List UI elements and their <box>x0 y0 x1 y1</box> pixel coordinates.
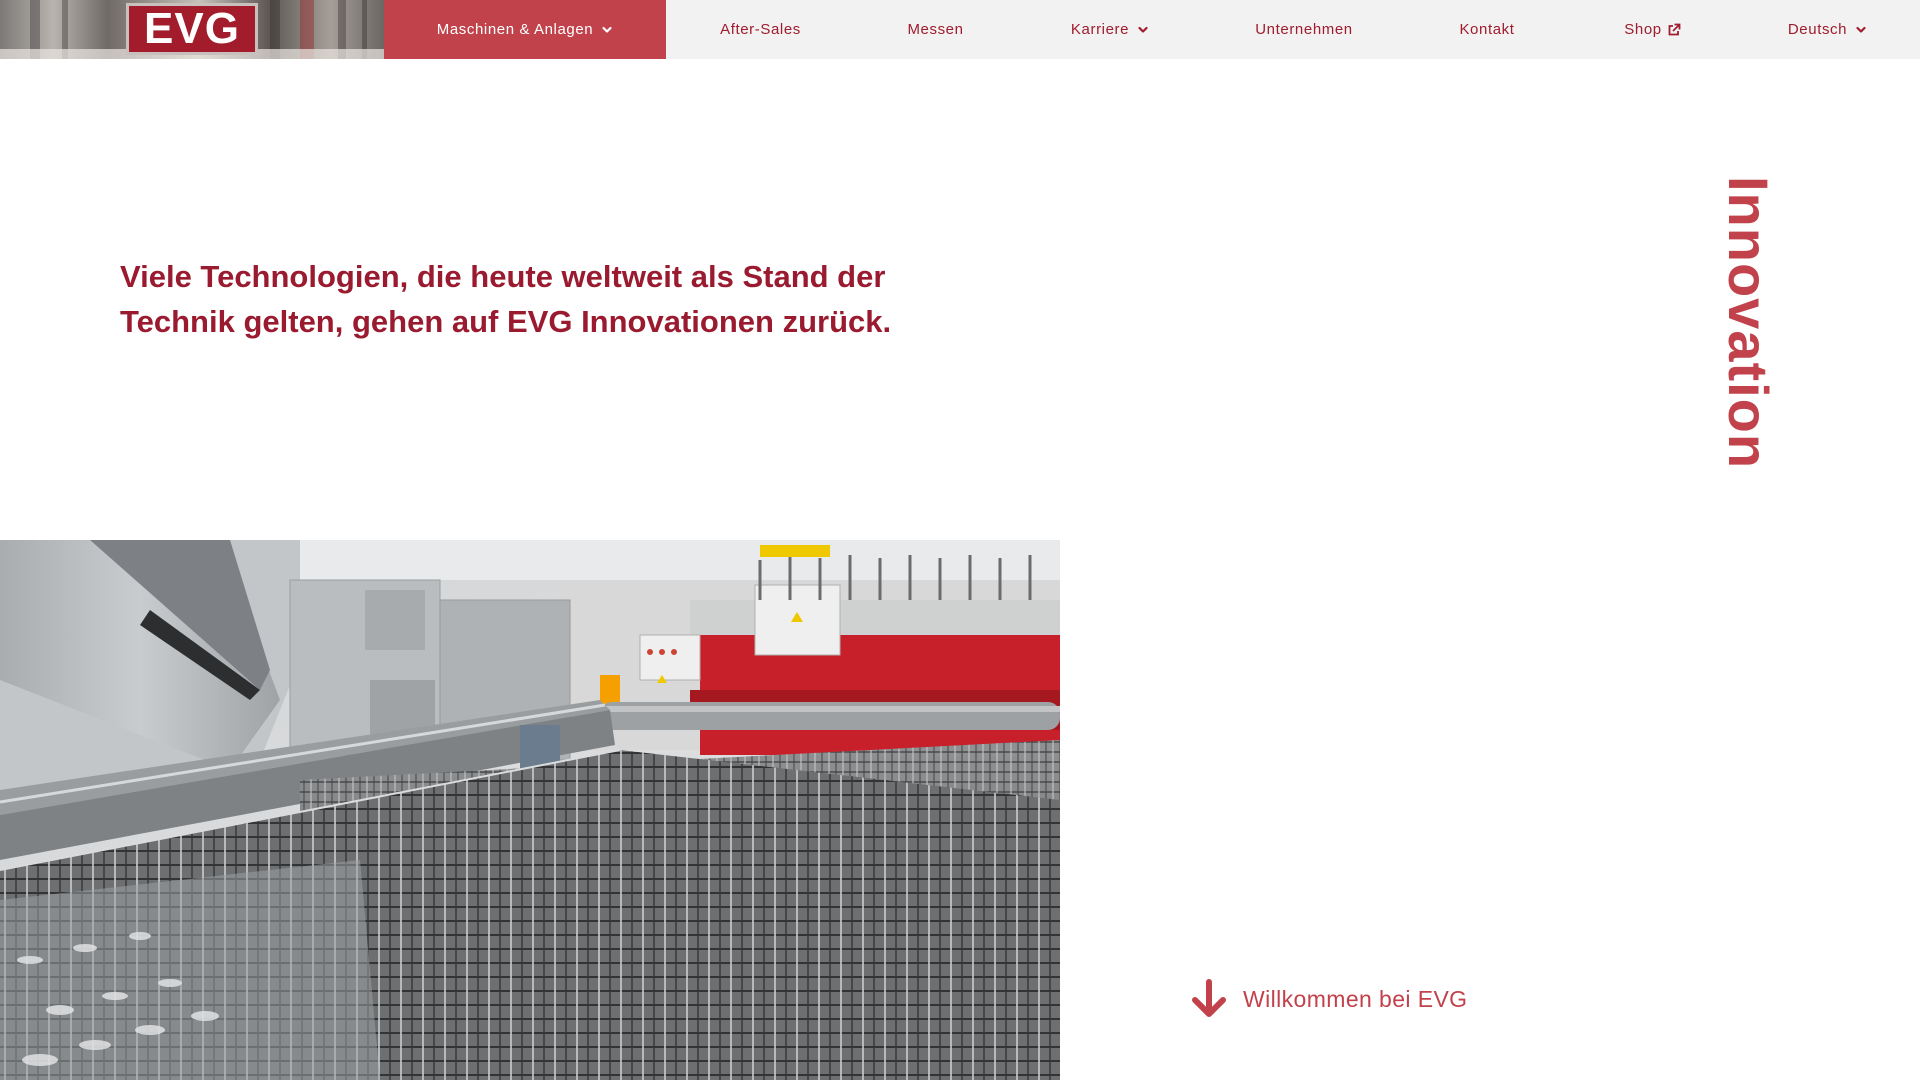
nav-item-karriere[interactable]: Karriere <box>1016 0 1204 59</box>
main-navigation: Maschinen & Anlagen After-Sales Messen K… <box>384 0 1920 59</box>
welcome-link-label: Willkommen bei EVG <box>1243 985 1468 1012</box>
site-header: EVG Maschinen & Anlagen After-Sales Mess… <box>0 0 1920 59</box>
chevron-down-icon <box>1137 24 1149 36</box>
language-label: Deutsch <box>1787 21 1848 38</box>
nav-item-maschinen-anlagen[interactable]: Maschinen & Anlagen <box>384 0 666 59</box>
nav-item-after-sales[interactable]: After-Sales <box>666 0 855 59</box>
nav-item-kontakt[interactable]: Kontakt <box>1404 0 1570 59</box>
hero-vertical-title: Innovation <box>1717 176 1780 500</box>
nav-item-label: Shop <box>1624 21 1662 38</box>
logo-text: EVG <box>144 4 240 53</box>
arrow-down-icon <box>1190 979 1228 1019</box>
nav-item-label: Unternehmen <box>1255 21 1353 38</box>
nav-item-label: After-Sales <box>720 21 801 38</box>
evg-logo: EVG <box>126 3 258 55</box>
nav-item-label: Messen <box>907 21 964 38</box>
nav-item-shop[interactable]: Shop <box>1570 0 1735 59</box>
external-link-icon <box>1667 23 1681 37</box>
hero-headline: Viele Technologien, die heute weltweit a… <box>120 259 892 339</box>
welcome-link[interactable]: Willkommen bei EVG <box>1190 978 1467 1020</box>
language-selector[interactable]: Deutsch <box>1735 0 1920 59</box>
machine-image <box>0 540 1060 1080</box>
nav-item-unternehmen[interactable]: Unternehmen <box>1204 0 1404 59</box>
nav-item-label: Karriere <box>1070 21 1130 38</box>
vertical-title-text: Innovation <box>1717 176 1780 470</box>
nav-item-messen[interactable]: Messen <box>855 0 1016 59</box>
nav-item-label: Maschinen & Anlagen <box>436 21 594 38</box>
chevron-down-icon <box>1855 24 1867 36</box>
nav-item-label: Kontakt <box>1459 21 1515 38</box>
logo-link[interactable]: EVG <box>0 0 384 59</box>
chevron-down-icon <box>601 24 613 36</box>
